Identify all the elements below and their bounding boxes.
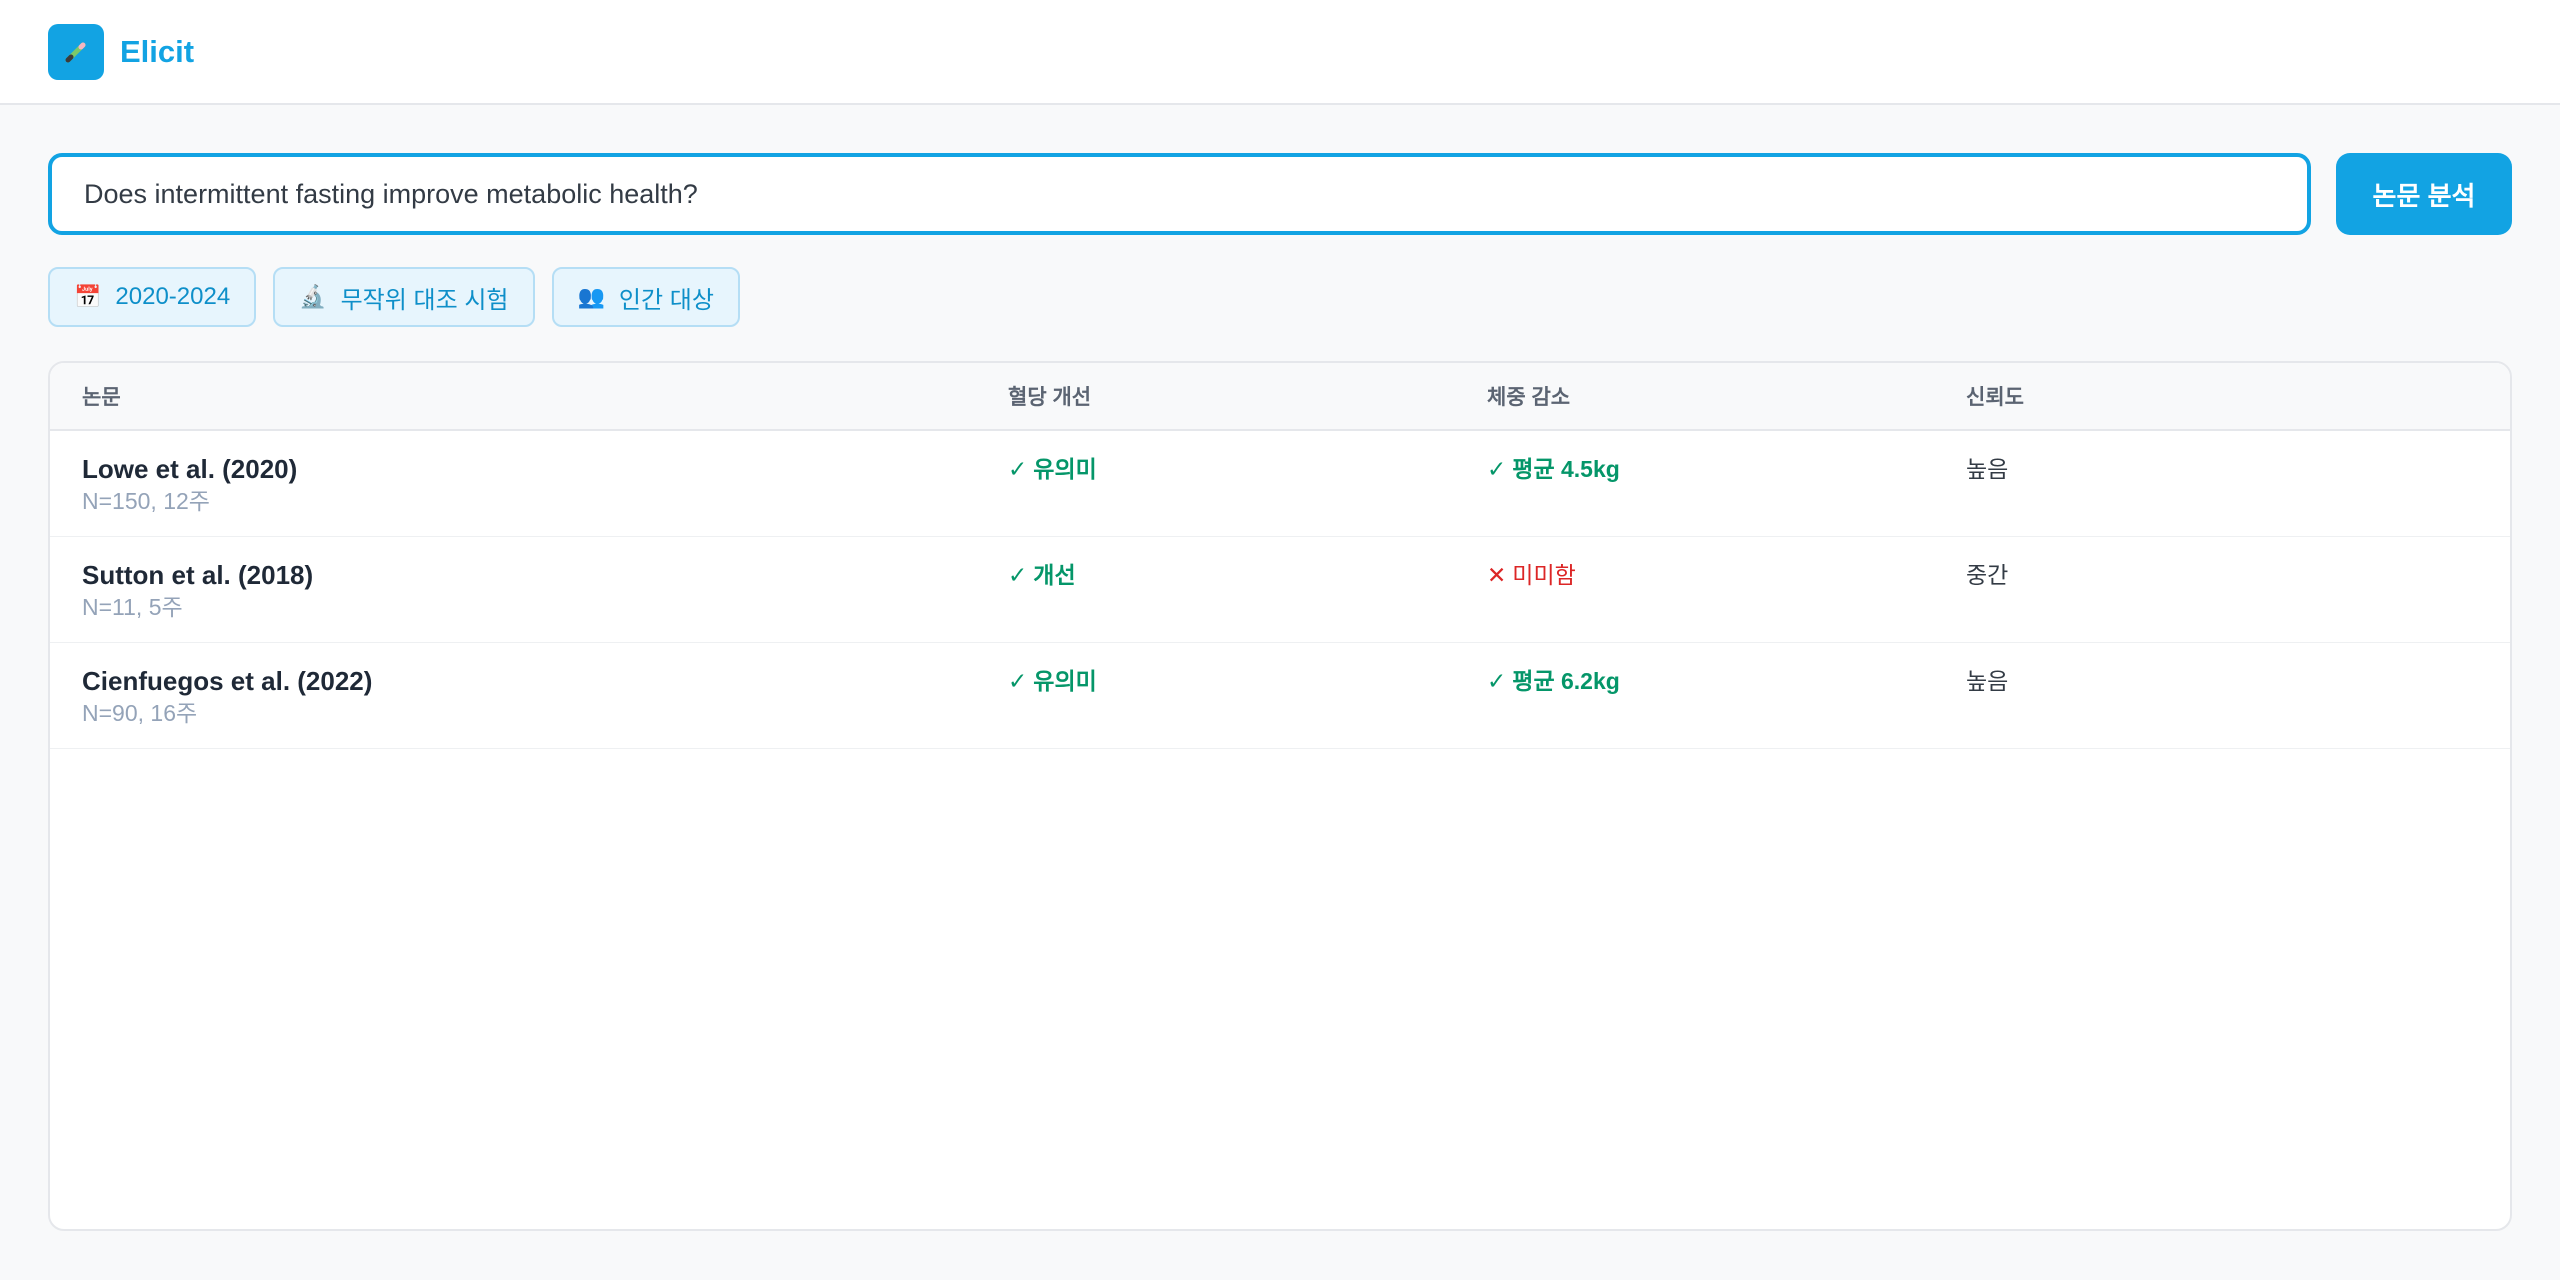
filter-chips: 📅 2020-2024 🔬 무작위 대조 시험 👥 인간 대상 [48,267,2512,327]
glucose-result: 유의미 [1033,456,1097,482]
paper-meta: N=11, 5주 [82,594,183,620]
filter-chip-label: 2020-2024 [115,283,231,310]
weight-cell: ✓ 평균 4.5kg [1487,453,1966,536]
column-header-confidence[interactable]: 신뢰도 [1966,381,2510,411]
filter-chip-date-range[interactable]: 📅 2020-2024 [48,267,257,327]
main-content: 논문 분석 📅 2020-2024 🔬 무작위 대조 시험 👥 인간 대상 논문… [0,105,2560,1231]
glucose-cell: ✓ 유의미 [1008,453,1487,536]
pencil-icon [65,42,86,62]
glucose-result: 유의미 [1033,668,1097,694]
check-icon: ✓ [1487,668,1507,694]
paper-cell: Lowe et al. (2020) N=150, 12주 [50,453,1008,536]
table-row[interactable]: Lowe et al. (2020) N=150, 12주 ✓ 유의미 ✓ 평균 4… [50,431,2510,537]
microscope-icon: 🔬 [299,284,327,309]
weight-result: 평균 6.2kg [1512,668,1620,694]
app-header: Elicit [0,0,2560,105]
app-name: Elicit [120,33,195,69]
paper-cell: Sutton et al. (2018) N=11, 5주 [50,559,1008,642]
question-input[interactable] [48,153,2311,235]
check-icon: ✓ [1008,668,1028,694]
filter-chip-label: 무작위 대조 시험 [340,286,509,314]
results-table: 논문 혈당 개선 체중 감소 신뢰도 Lowe et al. (2020) N=… [48,361,2512,1231]
paper-meta: N=90, 16주 [82,700,198,726]
app-logo[interactable] [48,23,104,80]
column-header-weight[interactable]: 체중 감소 [1487,381,1966,411]
filter-chip-label: 인간 대상 [618,286,714,314]
cross-icon: ✕ [1487,562,1507,588]
filter-chip-study-type[interactable]: 🔬 무작위 대조 시험 [273,267,535,327]
analyze-papers-button[interactable]: 논문 분석 [2336,153,2512,235]
paper-title[interactable]: Cienfuegos et al. (2022) [82,665,1008,697]
check-icon: ✓ [1487,456,1507,482]
paper-meta: N=150, 12주 [82,488,210,514]
paper-title[interactable]: Lowe et al. (2020) [82,453,1008,485]
weight-result: 미미함 [1512,562,1576,588]
weight-cell: ✓ 평균 6.2kg [1487,665,1966,748]
glucose-cell: ✓ 유의미 [1008,665,1487,748]
filter-chip-subjects[interactable]: 👥 인간 대상 [551,267,740,327]
check-icon: ✓ [1008,456,1028,482]
confidence-cell: 높음 [1966,456,2009,482]
column-header-paper[interactable]: 논문 [50,381,1008,411]
confidence-cell: 높음 [1966,668,2009,694]
weight-result: 평균 4.5kg [1512,456,1620,482]
check-icon: ✓ [1008,562,1028,588]
glucose-cell: ✓ 개선 [1008,559,1487,642]
table-header: 논문 혈당 개선 체중 감소 신뢰도 [50,363,2510,431]
table-row[interactable]: Sutton et al. (2018) N=11, 5주 ✓ 개선 ✕ 미미함 중… [50,537,2510,643]
paper-cell: Cienfuegos et al. (2022) N=90, 16주 [50,665,1008,748]
people-icon: 👥 [577,284,605,309]
glucose-result: 개선 [1033,562,1076,588]
table-row[interactable]: Cienfuegos et al. (2022) N=90, 16주 ✓ 유의미 … [50,643,2510,749]
column-header-glucose[interactable]: 혈당 개선 [1008,381,1487,411]
confidence-cell: 중간 [1966,562,2009,588]
search-row: 논문 분석 [48,153,2512,235]
weight-cell: ✕ 미미함 [1487,559,1966,642]
paper-title[interactable]: Sutton et al. (2018) [82,559,1008,591]
calendar-icon: 📅 [74,284,102,309]
